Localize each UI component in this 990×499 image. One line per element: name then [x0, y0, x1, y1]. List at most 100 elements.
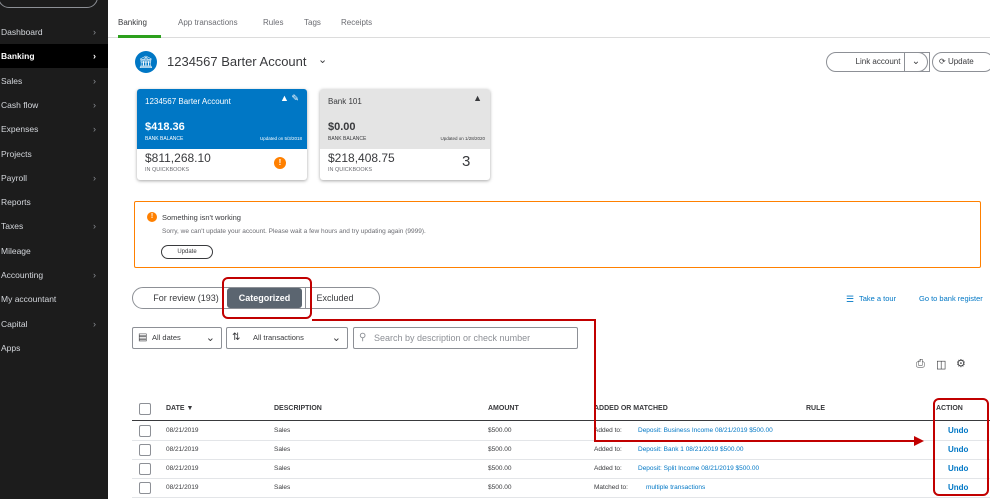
sidebar-item-label: Expenses	[1, 124, 39, 135]
header-date[interactable]: DATE ▼	[166, 405, 193, 412]
cell-date: 08/21/2019	[166, 484, 199, 491]
categorized-highlight-box	[222, 277, 312, 319]
sidebar-item-label: Apps	[1, 342, 21, 353]
sidebar-item-accounting[interactable]: Accounting ›	[0, 263, 108, 287]
update-button[interactable]: ⟳ Update	[932, 52, 990, 72]
link-account-dropdown-icon[interactable]: ⌄	[904, 52, 928, 72]
sidebar-item-cash-flow[interactable]: Cash flow ›	[0, 93, 108, 117]
chevron-right-icon: ›	[93, 27, 96, 37]
sidebar-item-banking[interactable]: Banking ›	[0, 44, 108, 69]
table-row[interactable]: 08/21/2019 Sales $500.00 Added to: Deposit: …	[132, 422, 990, 441]
sidebar-item-label: Dashboard	[1, 27, 43, 37]
cell-match-link[interactable]: multiple transactions	[646, 484, 810, 491]
tour-icon[interactable]: ☰	[846, 294, 854, 305]
main-content: Banking App transactions Rules Tags Receipts…	[108, 0, 990, 499]
row-checkbox[interactable]	[139, 444, 151, 456]
cell-match-link[interactable]: Deposit: Split Income 08/21/2019 $500.00	[638, 465, 802, 472]
cell-match-prefix: Added to:	[594, 465, 622, 472]
chevron-down-icon: ⌄	[205, 332, 215, 344]
chevron-right-icon: ›	[93, 270, 96, 280]
sidebar-item-taxes[interactable]: Taxes ›	[0, 214, 108, 238]
update-button-label: Update	[947, 57, 974, 66]
tab-rules[interactable]: Rules	[263, 18, 283, 27]
tab-banking[interactable]: Banking	[118, 18, 147, 27]
sidebar-item-projects[interactable]: Projects	[0, 142, 108, 166]
sidebar-item-label: Capital	[1, 318, 28, 329]
search-icon: ⚲	[359, 332, 367, 343]
date-filter-dropdown[interactable]: ▤ All dates ⌄	[132, 327, 222, 349]
print-icon[interactable]: ⎙	[916, 358, 925, 371]
sidebar-item-label: My accountant	[1, 294, 57, 305]
search-placeholder: Search by description or check number	[374, 333, 531, 343]
header-amount: AMOUNT	[488, 405, 519, 412]
search-input[interactable]: ⚲ Search by description or check number	[353, 327, 578, 349]
bank-balance: $418.36	[145, 121, 185, 133]
select-all-checkbox[interactable]	[139, 403, 151, 415]
cell-match-link[interactable]: Deposit: Business Income 08/21/2019 $500…	[638, 427, 802, 434]
filter-icon: ⇅	[232, 332, 241, 343]
sidebar-item-apps[interactable]: Apps	[0, 336, 108, 360]
cell-amount: $500.00	[488, 484, 512, 491]
sidebar-item-label: Reports	[1, 197, 31, 208]
alert-message: Sorry, we can't update your account. Ple…	[162, 228, 426, 235]
bank-icon: ▲	[473, 93, 482, 103]
chevron-right-icon: ›	[93, 99, 96, 110]
warning-icon: !	[274, 157, 286, 169]
card-account-name: 1234567 Barter Account	[145, 97, 231, 106]
alert-icon: !	[147, 212, 157, 222]
sidebar-item-capital[interactable]: Capital ›	[0, 312, 108, 336]
bank-balance: $0.00	[328, 121, 356, 133]
take-a-tour-link[interactable]: Take a tour	[859, 294, 896, 303]
new-button[interactable]: New	[0, 0, 98, 8]
tab-receipts[interactable]: Receipts	[341, 18, 372, 27]
sidebar-item-payroll[interactable]: Payroll ›	[0, 166, 108, 190]
row-checkbox[interactable]	[139, 425, 151, 437]
cell-description: Sales	[274, 446, 291, 453]
account-chevron-down-icon[interactable]: ⌄	[318, 53, 327, 66]
table-row[interactable]: 08/21/2019 Sales $500.00 Added to: Deposit: …	[132, 441, 990, 460]
tab-for-review[interactable]: For review (193)	[143, 288, 229, 308]
refresh-icon: ⟳	[939, 57, 946, 66]
bank-balance-label: BANK BALANCE	[328, 136, 367, 142]
account-title[interactable]: 1234567 Barter Account	[167, 54, 307, 69]
tab-divider	[108, 37, 990, 38]
sidebar-item-my-accountant[interactable]: My accountant	[0, 287, 108, 311]
export-icon[interactable]: ◫	[936, 358, 946, 371]
quickbooks-balance-label: IN QUICKBOOKS	[145, 167, 190, 173]
row-checkbox[interactable]	[139, 463, 151, 475]
active-tab-indicator	[118, 35, 161, 38]
updated-date: Updated on 5/3/2018	[259, 136, 302, 141]
tab-tags[interactable]: Tags	[304, 18, 321, 27]
sidebar-item-dashboard[interactable]: Dashboard ›	[0, 20, 108, 44]
sidebar-item-label: Sales	[1, 75, 23, 86]
chevron-right-icon: ›	[93, 221, 96, 232]
gear-icon[interactable]: ⚙	[956, 357, 966, 370]
cell-description: Sales	[274, 465, 291, 472]
chevron-right-icon: ›	[93, 318, 96, 329]
row-checkbox[interactable]	[139, 482, 151, 494]
chevron-right-icon: ›	[93, 75, 96, 86]
transaction-filter-dropdown[interactable]: ⇅ All transactions ⌄	[226, 327, 348, 349]
table-row[interactable]: 08/21/2019 Sales $500.00 Matched to: multipl…	[132, 479, 990, 498]
pencil-icon[interactable]: ✎	[291, 93, 299, 103]
sidebar-item-sales[interactable]: Sales ›	[0, 69, 108, 93]
sidebar-item-label: Projects	[1, 148, 32, 159]
table-row[interactable]: 08/21/2019 Sales $500.00 Added to: Deposit: …	[132, 460, 990, 479]
sidebar-item-mileage[interactable]: Mileage	[0, 239, 108, 263]
cell-match-prefix: Added to:	[594, 446, 622, 453]
error-alert: ! Something isn't working Sorry, we can'…	[134, 201, 981, 268]
account-card-bank101[interactable]: Bank 101 ▲ $0.00 BANK BALANCE Updated on…	[320, 89, 490, 180]
sidebar-item-reports[interactable]: Reports	[0, 190, 108, 214]
sidebar-item-label: Cash flow	[1, 99, 39, 110]
cell-match-prefix: Matched to:	[594, 484, 628, 491]
sidebar-item-label: Banking	[1, 51, 35, 62]
calendar-icon: ▤	[138, 332, 148, 343]
tab-app-transactions[interactable]: App transactions	[178, 18, 238, 27]
tab-excluded[interactable]: Excluded	[310, 288, 360, 308]
cell-match-link[interactable]: Deposit: Bank 1 08/21/2019 $500.00	[638, 446, 802, 453]
bank-icon: 🏛	[135, 51, 157, 73]
go-to-bank-register-link[interactable]: Go to bank register	[919, 294, 983, 303]
sidebar-item-expenses[interactable]: Expenses ›	[0, 117, 108, 141]
account-card-barter[interactable]: 1234567 Barter Account ▲ ✎ $418.36 BANK …	[137, 89, 307, 180]
alert-update-button[interactable]: Update	[161, 245, 213, 259]
